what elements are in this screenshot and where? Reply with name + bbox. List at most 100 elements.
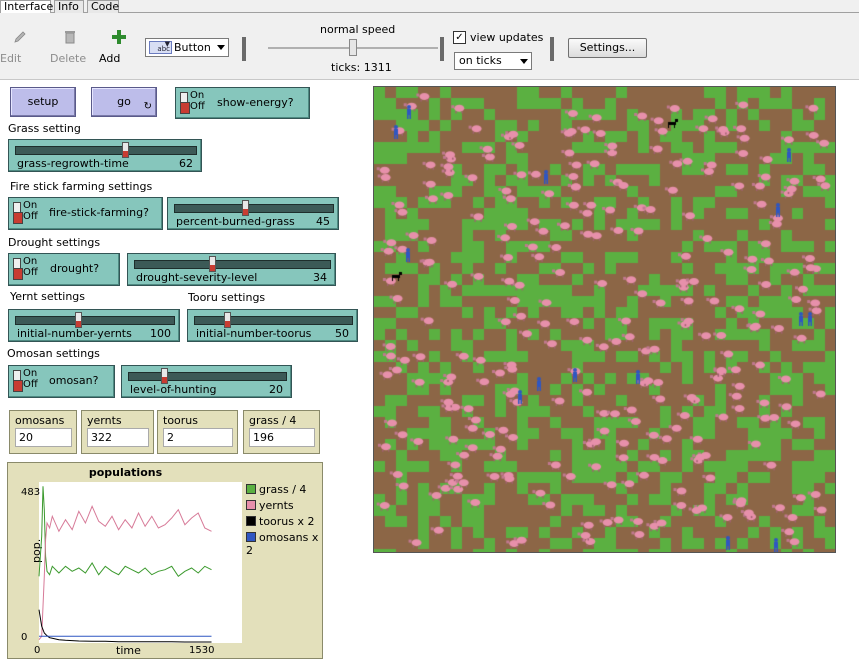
grass-monitor: grass / 4 196 (243, 410, 320, 454)
tab-bar: Interface Info Code (0, 0, 859, 13)
fire-settings-label: Fire stick farming settings (10, 180, 153, 193)
y-tick-label: 483 (21, 487, 40, 498)
slider-thumb[interactable] (75, 312, 82, 328)
omosan-switch[interactable]: On Off omosan? (8, 365, 115, 398)
populations-plot: populations 483 0 0 1530 time pop. grass… (7, 462, 323, 659)
drought-switch[interactable]: On Off drought? (8, 253, 120, 286)
toolbar-separator (242, 37, 246, 61)
update-mode-select[interactable]: on ticks (454, 52, 532, 70)
yernts-monitor: yernts 322 (81, 410, 154, 454)
go-button[interactable]: go ↻ (91, 87, 157, 117)
yernt-settings-label: Yernt settings (10, 290, 86, 303)
slider-track (15, 316, 175, 325)
world-view[interactable] (373, 86, 836, 553)
button-widget-icon: ▼ abc (149, 41, 172, 54)
world-canvas[interactable] (374, 87, 835, 552)
toolbar-separator (440, 37, 444, 61)
go-label: go (117, 95, 131, 108)
switch-on-label: On (23, 256, 38, 267)
slider-thumb[interactable] (223, 312, 231, 328)
add-label: Add (99, 52, 121, 65)
switch-toggle (13, 370, 23, 392)
chevron-down-icon (520, 59, 528, 64)
level-of-hunting-slider[interactable]: level-of-hunting 20 (121, 365, 292, 398)
slider-value: 62 (179, 157, 193, 170)
monitor-value: 2 (163, 428, 233, 447)
slider-thumb[interactable] (121, 142, 129, 158)
setup-button[interactable]: setup (10, 87, 76, 117)
legend-label: grass / 4 (259, 483, 307, 496)
switch-on-label: On (190, 90, 205, 101)
show-energy-switch[interactable]: On Off show-energy? (175, 87, 310, 119)
widget-type-select[interactable]: ▼ abc Button (145, 38, 229, 57)
edit-button[interactable]: Edit (0, 29, 40, 65)
slider-thumb[interactable] (241, 200, 249, 216)
slider-track (134, 260, 331, 269)
slider-thumb[interactable] (160, 368, 168, 384)
slider-track (15, 146, 197, 155)
monitor-value: 20 (15, 428, 72, 447)
fire-stick-farming-label: fire-stick-farming? (49, 206, 149, 219)
slider-track (194, 316, 353, 325)
legend-label: yernts (259, 499, 294, 512)
slider-thumb[interactable] (208, 256, 216, 272)
slider-name: level-of-hunting (130, 383, 217, 396)
monitor-name: yernts (87, 414, 122, 427)
speed-slider-thumb[interactable] (349, 39, 357, 56)
switch-off-label: Off (23, 379, 38, 390)
slider-name: initial-number-yernts (17, 327, 132, 340)
legend-label: omosans x 2 (246, 531, 319, 557)
initial-number-yernts-slider[interactable]: initial-number-yernts 100 (8, 309, 180, 342)
drought-label: drought? (50, 262, 100, 275)
legend-label: toorus x 2 (259, 515, 315, 528)
slider-value: 45 (316, 215, 330, 228)
grass-setting-label: Grass setting (8, 122, 81, 135)
add-button[interactable]: Add (99, 29, 139, 65)
settings-button[interactable]: Settings... (568, 38, 647, 58)
forever-icon: ↻ (143, 101, 152, 112)
pencil-icon (14, 31, 26, 43)
percent-burned-grass-slider[interactable]: percent-burned-grass 45 (167, 197, 339, 230)
legend-entry-grass: grass / 4 (246, 483, 306, 496)
toorus-monitor: toorus 2 (157, 410, 238, 454)
view-updates-checkbox[interactable]: ✓ (453, 31, 466, 44)
switch-toggle (13, 202, 23, 224)
ticks-counter: ticks: 1311 (331, 61, 392, 74)
delete-label: Delete (50, 52, 87, 65)
omosan-settings-label: Omosan settings (7, 347, 100, 360)
trash-icon (65, 31, 75, 44)
view-updates-label: view updates (470, 31, 544, 44)
grass-regrowth-time-slider[interactable]: grass-regrowth-time 62 (8, 139, 202, 172)
netlogo-window: Interface Info Code Edit Delete Add ▼ abc… (0, 0, 859, 671)
slider-name: initial-number-toorus (196, 327, 312, 340)
legend-swatch (246, 484, 256, 494)
legend-swatch (246, 516, 256, 526)
toolbar: Edit Delete Add ▼ abc Button normal speed… (0, 13, 859, 80)
legend-entry-omosans: omosans x 2 (246, 531, 322, 557)
drought-severity-level-slider[interactable]: drought-severity-level 34 (127, 253, 336, 286)
monitor-value: 322 (87, 428, 149, 447)
switch-on-label: On (23, 368, 38, 379)
tooru-settings-label: Tooru settings (188, 291, 266, 304)
tab-info[interactable]: Info (54, 0, 84, 13)
slider-value: 100 (150, 327, 171, 340)
edit-label: Edit (0, 52, 22, 65)
omosan-label: omosan? (49, 374, 99, 387)
fire-stick-farming-switch[interactable]: On Off fire-stick-farming? (8, 197, 163, 230)
slider-value: 20 (269, 383, 283, 396)
show-energy-label: show-energy? (217, 96, 294, 109)
update-mode-value: on ticks (459, 54, 502, 67)
slider-name: percent-burned-grass (176, 215, 295, 228)
tab-code[interactable]: Code (87, 0, 119, 13)
plus-icon (112, 30, 126, 44)
slider-value: 34 (313, 271, 327, 284)
legend-swatch (246, 532, 256, 542)
slider-name: grass-regrowth-time (17, 157, 129, 170)
switch-toggle (180, 92, 190, 114)
initial-number-toorus-slider[interactable]: initial-number-toorus 50 (187, 309, 358, 342)
legend-entry-toorus: toorus x 2 (246, 515, 315, 528)
delete-button[interactable]: Delete (50, 29, 90, 65)
widget-type-value: Button (174, 41, 211, 54)
switch-toggle (13, 258, 23, 280)
tab-interface[interactable]: Interface (0, 0, 53, 13)
